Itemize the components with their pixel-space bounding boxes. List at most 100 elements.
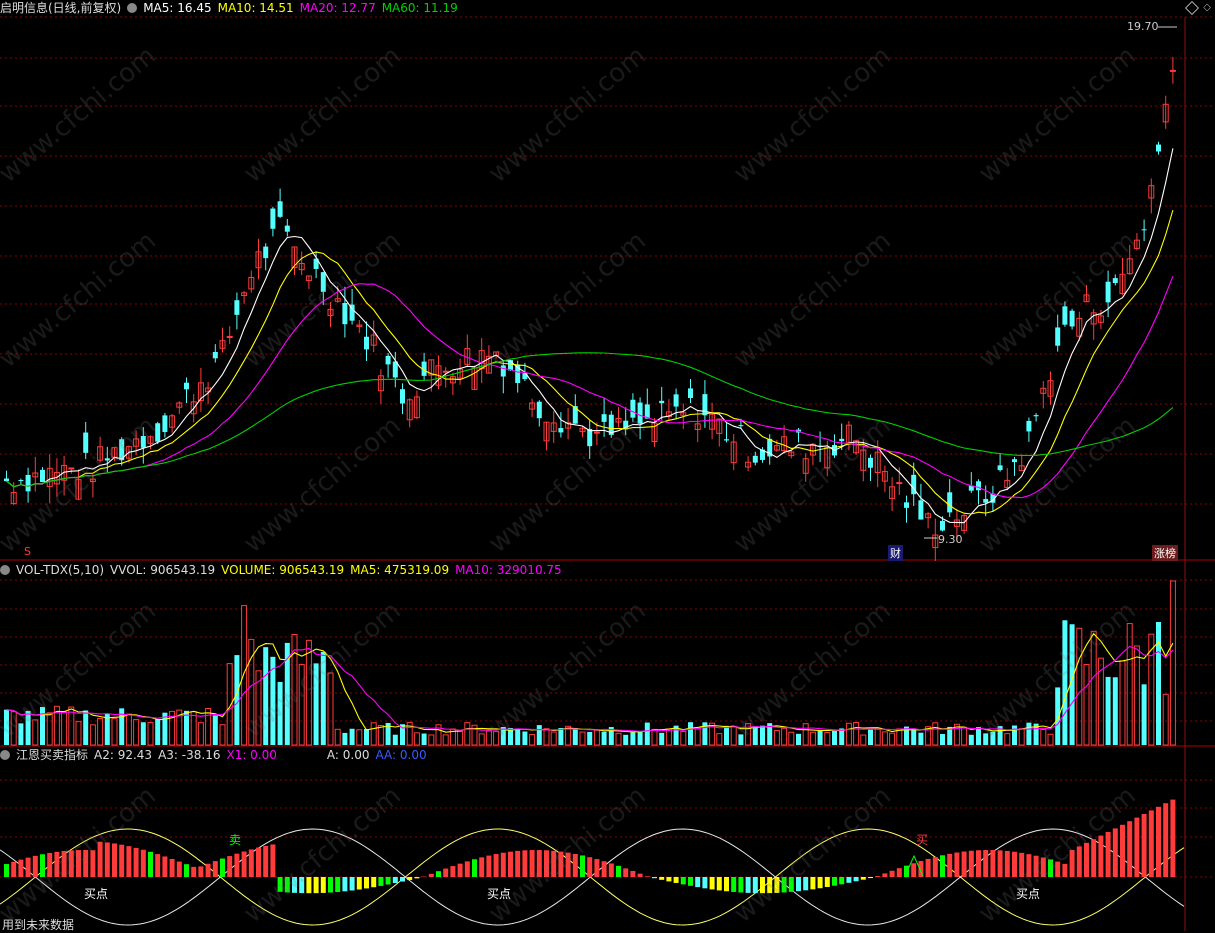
indicator-chart[interactable] [0,747,1215,931]
signal-bar [450,866,455,877]
high-price-label: 19.70 [1127,20,1159,33]
volume-bar [897,729,902,745]
signal-bar [119,845,124,877]
signal-bar [616,866,621,877]
signal-bar [530,850,535,877]
signal-bar [1120,825,1125,877]
volume-bar [494,731,499,745]
volume-bar [1120,661,1125,745]
signal-bar [335,877,340,892]
dropdown-icon[interactable] [0,565,10,575]
signal-bar [594,859,599,877]
candle-down [501,365,506,376]
footer-note: 用到未来数据 [2,916,74,933]
signal-bar [306,877,311,893]
buy-point-label-2: 买点 [487,885,511,902]
signal-bar [710,877,715,889]
signal-bar [256,848,261,877]
volume-bar [1084,664,1089,745]
volume-bar [314,663,319,745]
volume-bar [522,731,527,745]
a2-readout: A2: 92.43 [94,748,152,762]
volume-bar [350,729,355,745]
candle-down [234,300,239,315]
candle-down [753,456,758,463]
volume-bar [292,635,297,745]
ind-name: 江恩买卖指标 [16,748,88,762]
volume-bar [530,735,535,745]
signal-bar [328,877,333,893]
signal-bar [810,877,815,889]
signal-bar [429,874,434,877]
volume-bar [4,710,9,745]
signal-bar [746,877,751,893]
signal-bar [141,850,146,877]
signal-bar [580,855,585,877]
volume-bar [1149,634,1154,745]
volume-bar [659,733,664,745]
signal-bar [1084,843,1089,877]
volume-bar [738,734,743,745]
ma10-readout: MA10: 14.51 [218,1,294,15]
signal-bar [206,864,211,877]
volume-pane[interactable]: VOL-TDX(5,10)VVOL: 906543.19VOLUME: 9065… [0,561,1215,747]
signal-bar [11,862,16,877]
volume-bar [638,732,643,745]
price-pane[interactable]: 启明信息(日线,前复权)MA5: 16.45MA10: 14.51MA20: 1… [0,0,1215,561]
volume-bar [760,726,765,745]
candle-down [155,423,160,441]
signal-bar [1098,836,1103,877]
volume-bar [1113,677,1118,745]
candle-down [364,337,369,350]
dropdown-icon[interactable] [127,3,137,13]
signal-bar [242,851,247,877]
signal-bar [774,877,779,893]
volume-bar [1041,730,1046,745]
signal-bar [486,856,491,877]
stock-title: 启明信息(日线,前复权) [0,1,121,15]
volume-bar [263,647,268,745]
signal-bar [227,856,232,877]
signal-bar [1019,853,1024,877]
dropdown-icon[interactable] [0,750,10,760]
signal-bar [90,850,95,877]
signal-bar [270,844,275,877]
candle-up [227,336,232,337]
limit-up-marker[interactable]: 涨榜 [1152,545,1178,561]
candle-down [83,433,88,453]
volume-bar [155,719,160,745]
signal-bar [558,852,563,877]
volume-bar [666,729,671,745]
signal-bar [717,877,722,890]
candle-up [897,483,902,484]
volume-bar [789,732,794,745]
signal-bar [162,856,167,877]
ma20-readout: MA20: 12.77 [300,1,376,15]
signal-bar [861,877,866,880]
signal-bar [342,877,347,891]
x1-readout: X1: 0.00 [226,748,276,762]
signal-bar [501,853,506,877]
candle-down [263,247,268,259]
signal-bar [278,877,283,892]
signal-bar [789,877,794,892]
candle-down [1026,421,1031,432]
expand-icon[interactable]: ◇ [1203,2,1211,13]
volume-readout: VOLUME: 906543.19 [221,563,344,577]
signal-bar [40,854,45,877]
volume-chart[interactable] [0,561,1215,747]
price-chart[interactable] [0,0,1215,561]
volume-bar [825,733,830,745]
signal-bar [645,876,650,877]
volume-bar [990,732,995,745]
volume-bar [1012,725,1017,745]
indicator-pane[interactable]: 江恩买卖指标A2: 92.43A3: -38.16X1: 0.00A: 0.00… [0,747,1215,931]
candle-down [141,436,146,448]
volume-bar [1106,677,1111,745]
sell-label: 卖 [229,831,241,848]
signal-bar [105,842,110,877]
finance-marker[interactable]: 财 [888,545,903,561]
candle-down [674,394,679,406]
volume-bar [753,726,758,745]
signal-bar [1070,850,1075,877]
